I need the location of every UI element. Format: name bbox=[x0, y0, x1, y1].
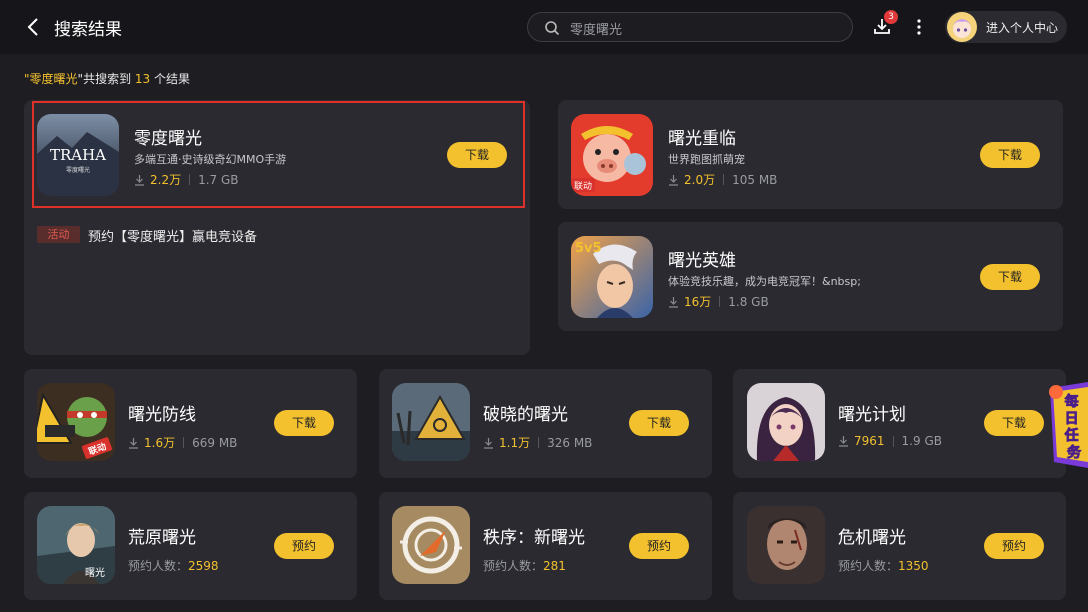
download-small-icon bbox=[839, 436, 848, 447]
download-button[interactable]: 下载 bbox=[980, 142, 1040, 168]
more-menu-icon[interactable] bbox=[912, 17, 926, 37]
activity-link[interactable]: 预约【零度曙光】赢电竞设备 bbox=[88, 226, 257, 245]
summary-count: 13 bbox=[134, 72, 151, 86]
pig-icon[interactable]: 联动 bbox=[571, 114, 653, 196]
daily-task-char-4: 务 bbox=[1067, 444, 1082, 461]
app-meta: 1.1万 326 MB bbox=[483, 434, 592, 451]
top-bar: 搜索结果 零度曙光 3 进入个人中心 bbox=[0, 0, 1088, 54]
daily-task-char-2: 日 bbox=[1065, 411, 1079, 427]
turtle-icon[interactable]: 联动 bbox=[37, 383, 115, 461]
app-name[interactable]: 曙光重临 bbox=[668, 124, 736, 149]
app-name[interactable]: 曙光英雄 bbox=[668, 246, 736, 271]
download-button[interactable]: 下载 bbox=[980, 264, 1040, 290]
compass-icon[interactable] bbox=[392, 506, 470, 584]
reserve-count: 预约人数：281 bbox=[483, 559, 566, 573]
app-meta: 2.0万 105 MB bbox=[668, 171, 777, 188]
app-desc: 体验竞技乐趣，成为电竞冠军！&nbsp; bbox=[668, 275, 861, 288]
app-desc: 世界跑图抓萌宠 bbox=[668, 153, 745, 166]
download-button[interactable]: 下载 bbox=[274, 410, 334, 436]
app-name[interactable]: 破晓的曙光 bbox=[483, 400, 568, 425]
app-name[interactable]: 秩序：新曙光 bbox=[483, 523, 585, 548]
hero-icon[interactable]: 5v5 bbox=[571, 236, 653, 318]
girl-icon[interactable] bbox=[747, 383, 825, 461]
svg-text:联动: 联动 bbox=[574, 181, 592, 192]
profile-label: 进入个人中心 bbox=[986, 21, 1059, 35]
svg-text:曙光: 曙光 bbox=[85, 566, 105, 579]
avatar bbox=[947, 12, 977, 42]
app-name[interactable]: 曙光防线 bbox=[128, 400, 196, 425]
wasteland-icon[interactable]: 曙光 bbox=[37, 506, 115, 584]
app-name[interactable]: 曙光计划 bbox=[838, 400, 906, 425]
daily-task-char-3: 任 bbox=[1064, 427, 1079, 444]
search-icon bbox=[544, 20, 560, 36]
result-summary: "零度曙光"共搜索到 13 个结果 bbox=[24, 72, 190, 86]
svg-text:5v5: 5v5 bbox=[575, 241, 602, 256]
app-meta: 1.6万 669 MB bbox=[128, 434, 237, 451]
back-icon[interactable] bbox=[24, 16, 44, 38]
reserve-count: 预约人数：2598 bbox=[128, 559, 219, 573]
daily-task-button[interactable]: 每 日 任 务 bbox=[1044, 382, 1088, 468]
download-small-icon bbox=[669, 174, 678, 186]
download-button[interactable]: 下载 bbox=[629, 410, 689, 436]
summary-query: 零度曙光 bbox=[29, 72, 78, 86]
download-small-icon bbox=[129, 437, 138, 449]
reserve-button[interactable]: 预约 bbox=[629, 533, 689, 559]
page-title: 搜索结果 bbox=[54, 20, 122, 40]
reserve-count: 预约人数：1350 bbox=[838, 559, 929, 573]
app-meta: 7961 1.9 GB bbox=[838, 434, 942, 448]
download-small-icon bbox=[669, 296, 678, 308]
download-button[interactable]: 下载 bbox=[984, 410, 1044, 436]
app-name[interactable]: 危机曙光 bbox=[838, 523, 906, 548]
soldier-icon[interactable] bbox=[747, 506, 825, 584]
reserve-button[interactable]: 预约 bbox=[984, 533, 1044, 559]
search-value: 零度曙光 bbox=[570, 23, 623, 38]
download-count-badge: 3 bbox=[884, 10, 898, 24]
profile-center-button[interactable]: 进入个人中心 bbox=[945, 11, 1067, 43]
reserve-button[interactable]: 预约 bbox=[274, 533, 334, 559]
download-small-icon bbox=[484, 437, 493, 449]
activity-tag: 活动 bbox=[37, 226, 80, 243]
biohazard-icon[interactable] bbox=[392, 383, 470, 461]
app-name[interactable]: 荒原曙光 bbox=[128, 523, 196, 548]
daily-task-char-1: 每 bbox=[1065, 393, 1079, 410]
search-input[interactable]: 零度曙光 bbox=[527, 12, 853, 42]
app-meta: 16万 1.8 GB bbox=[668, 293, 769, 310]
selection-highlight bbox=[32, 101, 525, 208]
